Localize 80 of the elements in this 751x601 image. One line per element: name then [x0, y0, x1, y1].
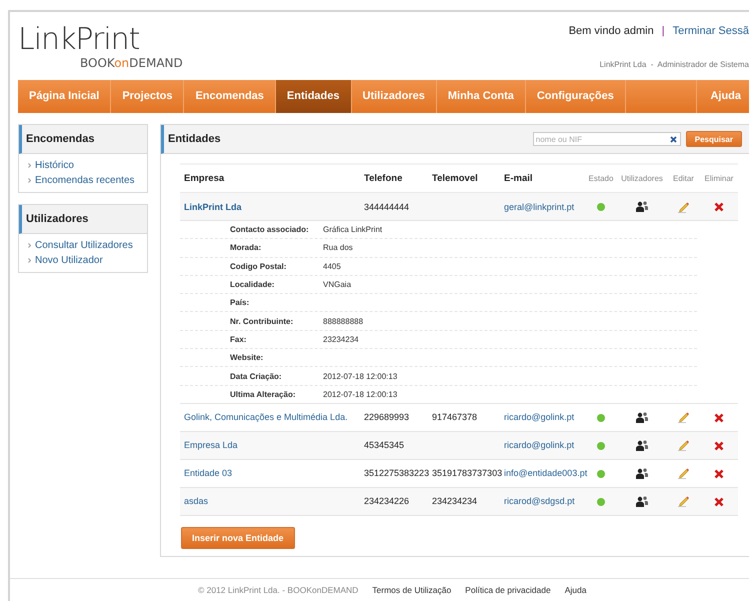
separator: | [662, 25, 665, 37]
entity-link[interactable]: Golink, Comunicações e Multimédia Lda. [184, 412, 348, 422]
pencil-icon[interactable] [678, 439, 690, 452]
entity-link[interactable]: asdas [184, 496, 208, 506]
footer-link[interactable]: Política de privacidade [465, 585, 551, 595]
table-cell: 234234234 [432, 496, 478, 506]
footer-link[interactable]: Ajuda [564, 585, 586, 595]
sidebar-link[interactable]: Encomendas recentes [35, 175, 135, 186]
column-header: E-mail [504, 173, 533, 184]
entity-link[interactable]: Empresa Lda [184, 440, 238, 450]
detail-value: 2012-07-18 12:00:13 [323, 372, 398, 381]
pencil-icon[interactable] [678, 467, 690, 480]
search-field[interactable]: nome ou NIF [532, 132, 681, 146]
users-icon[interactable] [636, 496, 648, 508]
detail-label: Ultima Alteração: [230, 390, 296, 399]
detail-label: País: [230, 298, 250, 308]
column-header: Telemovel [432, 173, 478, 184]
sidebar-link[interactable]: Novo Utilizador [35, 255, 103, 266]
logout-link[interactable]: Terminar Sessã [672, 25, 749, 37]
column-header: Empresa [184, 173, 224, 184]
table-cell: 344444444 [364, 202, 410, 212]
sidebar-title: Encomendas [19, 125, 147, 154]
entity-link[interactable]: LinkPrint Lda [184, 202, 242, 212]
users-icon[interactable] [636, 468, 648, 480]
detail-value: 2012-07-18 12:00:13 [323, 390, 398, 399]
users-icon[interactable] [636, 412, 648, 424]
detail-label: Localidade: [230, 280, 276, 290]
detail-label: Nr. Contribuinte: [230, 316, 294, 326]
welcome-text: Bem vindo admin [568, 25, 654, 37]
users-icon[interactable] [636, 201, 648, 212]
detail-label: Website: [230, 353, 264, 362]
column-header: Telefone [364, 173, 402, 184]
detail-value: 888888888 [323, 316, 364, 326]
table-cell: 45345345 [364, 440, 404, 450]
chevron-icon [28, 243, 31, 248]
delete-icon[interactable] [714, 202, 724, 212]
chevron-icon [28, 178, 31, 183]
account-info: LinkPrint Lda - Administrador de Sistema [600, 60, 749, 69]
entity-link[interactable]: Entidade 03 [184, 468, 232, 478]
detail-label: Data Criação: [230, 372, 283, 381]
table-cell: 35191783737303 [432, 468, 502, 478]
chevron-icon [28, 258, 31, 263]
email-link[interactable]: ricardo@golink.pt [504, 412, 574, 422]
table-cell: 234234226 [364, 496, 410, 506]
delete-icon[interactable] [714, 412, 724, 423]
pencil-icon[interactable] [678, 495, 690, 508]
sidebar-link[interactable]: Histórico [35, 160, 74, 171]
logo-tagline: BOOKonDEMAND [80, 56, 183, 70]
detail-value: Rua dos [323, 243, 353, 252]
column-header: Editar [673, 174, 694, 183]
sidebar-title: Utilizadores [19, 205, 147, 234]
chevron-icon [28, 163, 31, 168]
detail-value: 23234234 [323, 334, 359, 344]
clear-icon[interactable] [670, 136, 677, 143]
column-header: Eliminar [704, 174, 734, 183]
detail-label: Fax: [230, 334, 248, 344]
table-cell: 229689993 [364, 412, 410, 422]
email-link[interactable]: info@entidade003.pt [504, 468, 588, 478]
delete-icon[interactable] [714, 440, 724, 451]
table-cell: 3512275383223 [364, 468, 430, 478]
delete-icon[interactable] [714, 496, 724, 507]
column-header: Estado [588, 174, 614, 183]
copyright-text: © 2012 LinkPrint Lda. - BOOKonDEMAND [198, 585, 358, 595]
detail-label: Codigo Postal: [230, 262, 288, 271]
detail-label: Morada: [230, 243, 262, 252]
delete-icon[interactable] [714, 468, 724, 479]
panel-title: Entidades [168, 133, 222, 145]
table-cell: 917467378 [432, 412, 478, 422]
pencil-icon[interactable] [678, 200, 690, 212]
detail-value: 4405 [323, 262, 341, 271]
footer-link[interactable]: Termos de Utilização [372, 585, 452, 595]
logo: LinkPrint [18, 24, 140, 56]
detail-value: Gráfica LinkPrint [323, 225, 382, 234]
column-header: Utilizadores [621, 174, 663, 183]
sidebar-link[interactable]: Consultar Utilizadores [35, 240, 133, 251]
detail-label: Contacto associado: [230, 225, 310, 234]
pencil-icon[interactable] [678, 411, 690, 424]
detail-value: VNGaia [323, 280, 352, 290]
users-icon[interactable] [636, 440, 648, 452]
nav-tab[interactable]: Entidades [276, 80, 352, 113]
